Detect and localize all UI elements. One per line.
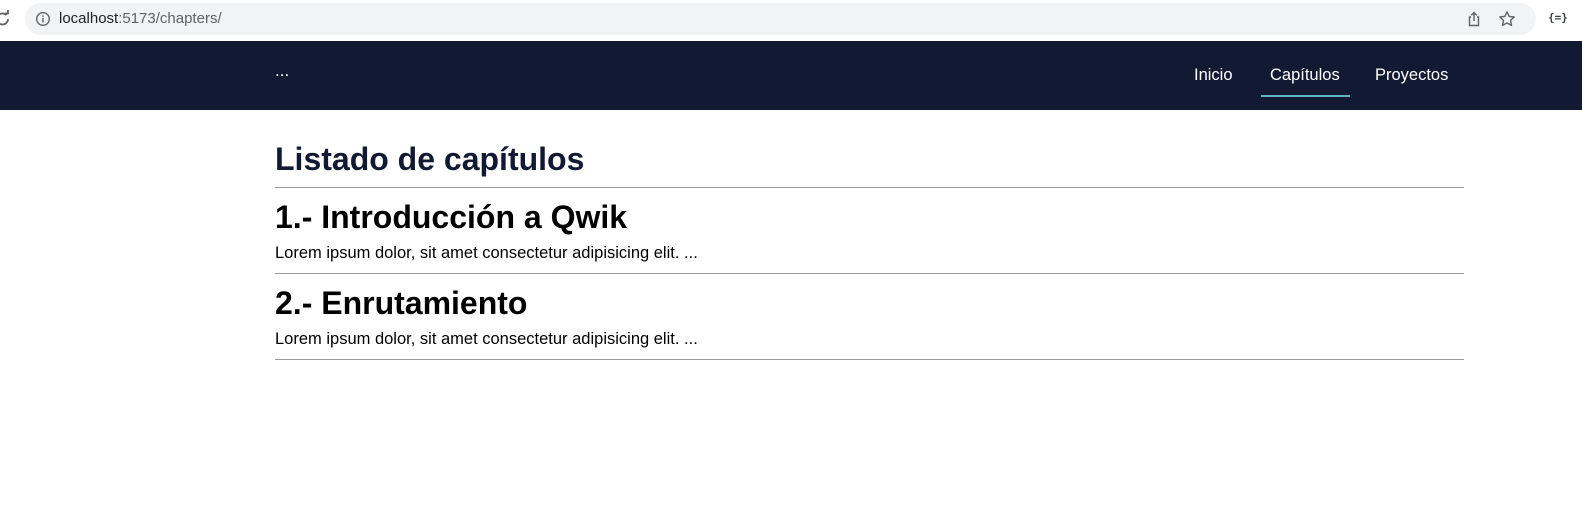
browser-toolbar: localhost:5173/chapters/ {=} [0, 0, 1582, 41]
nav-item-inicio[interactable]: Inicio [1194, 66, 1233, 85]
chapter-title[interactable]: 1.- Introducción a Qwik [275, 199, 627, 236]
info-icon[interactable] [35, 11, 51, 27]
address-bar[interactable]: localhost:5173/chapters/ [25, 3, 1536, 35]
reload-icon[interactable] [0, 10, 10, 28]
extension-icon[interactable]: {=} [1548, 11, 1568, 24]
nav-item-capitulos[interactable]: Capítulos [1261, 66, 1350, 97]
divider [275, 273, 1464, 274]
top-navbar: ... Inicio Capítulos Proyectos [0, 41, 1582, 110]
url-path: :5173/chapters/ [118, 10, 222, 27]
chapter-description: Lorem ipsum dolor, sit amet consectetur … [275, 244, 698, 262]
chapter-title[interactable]: 2.- Enrutamiento [275, 285, 527, 322]
page-title: Listado de capítulos [275, 141, 585, 177]
chapter-description: Lorem ipsum dolor, sit amet consectetur … [275, 330, 698, 348]
share-icon[interactable] [1466, 11, 1482, 27]
nav-item-proyectos[interactable]: Proyectos [1375, 66, 1448, 85]
bookmark-star-icon[interactable] [1498, 10, 1516, 28]
url-text[interactable]: localhost:5173/chapters/ [59, 10, 222, 27]
divider [275, 359, 1464, 360]
url-host: localhost [59, 10, 119, 27]
brand-logo[interactable]: ... [275, 61, 289, 81]
divider [275, 187, 1464, 188]
